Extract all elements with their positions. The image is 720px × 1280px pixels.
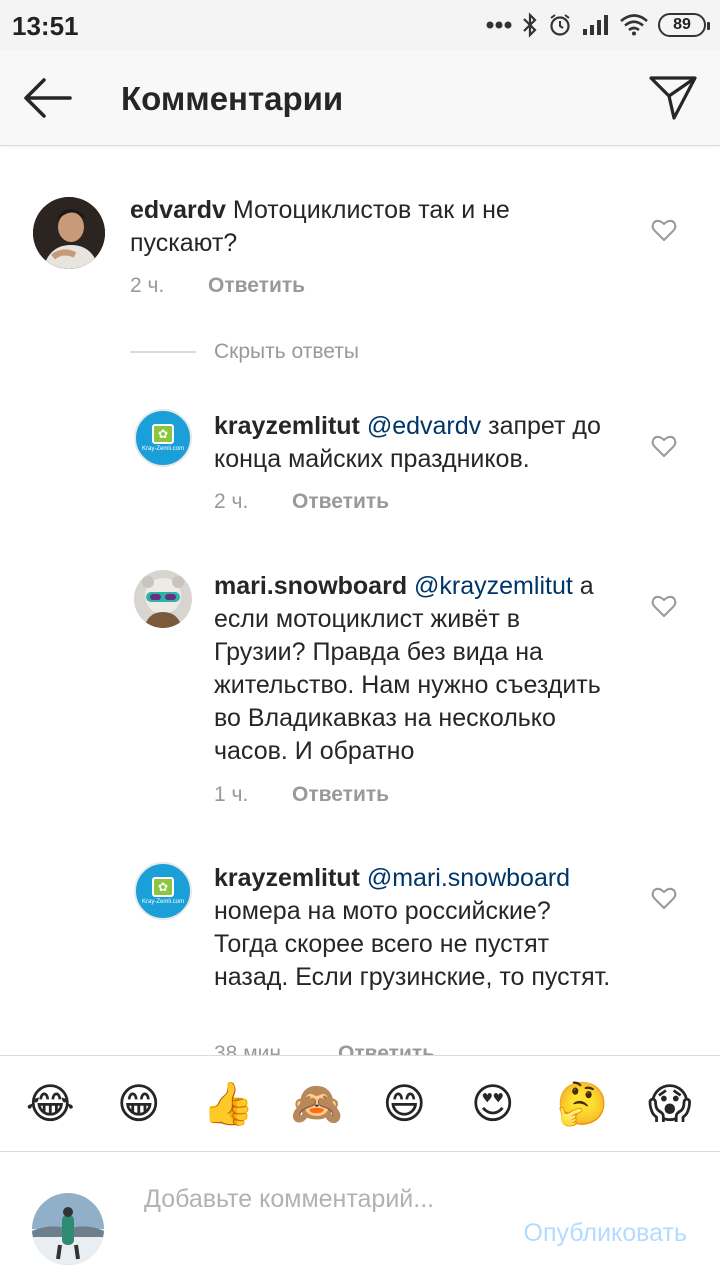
comment-input[interactable] xyxy=(144,1183,484,1253)
bluetooth-icon xyxy=(523,12,537,38)
avatar[interactable]: ✿ Kray-Zemli.com xyxy=(134,409,192,467)
share-button[interactable] xyxy=(648,72,698,122)
emoji-see-no-evil[interactable]: 🙈 xyxy=(291,1079,343,1129)
hide-replies-toggle[interactable]: Скрыть ответы xyxy=(130,340,359,364)
back-button[interactable] xyxy=(20,74,74,122)
like-heart-icon[interactable] xyxy=(651,886,677,910)
emoji-thumbs-up[interactable]: 👍 xyxy=(202,1079,254,1129)
avatar[interactable]: ✿ Kray-Zemli.com xyxy=(134,862,192,920)
reply-button[interactable]: Ответить xyxy=(292,783,389,807)
publish-button[interactable]: Опубликовать xyxy=(524,1219,687,1248)
reply-button[interactable]: Ответить xyxy=(338,1042,435,1055)
comment-meta: 2 ч. Ответить xyxy=(214,490,389,514)
like-heart-icon[interactable] xyxy=(651,594,677,618)
direct-send-icon xyxy=(649,76,697,120)
page-title: Комментарии xyxy=(121,80,344,117)
like-heart-icon[interactable] xyxy=(651,218,677,242)
comment-body: mari.snowboard @krayzemlitut а если мото… xyxy=(214,570,614,768)
emoji-thinking[interactable]: 🤔 xyxy=(556,1079,608,1129)
more-dots-icon xyxy=(486,21,512,29)
comment-username[interactable]: mari.snowboard xyxy=(214,572,407,600)
comment-time: 2 ч. xyxy=(130,274,165,297)
comment-body: krayzemlitut @edvardv запрет до конца ма… xyxy=(214,410,634,476)
avatar-photo xyxy=(134,570,192,628)
avatar[interactable] xyxy=(33,197,105,269)
emoji-grinning[interactable]: 😁 xyxy=(114,1079,164,1129)
signal-icon xyxy=(583,15,608,35)
comment-meta: 1 ч. Ответить xyxy=(214,783,389,807)
reply-button[interactable]: Ответить xyxy=(292,490,389,514)
status-time: 13:51 xyxy=(12,11,79,41)
comment-body: krayzemlitut @mari.snowboard номера на м… xyxy=(214,862,614,994)
logo-text: Kray-Zemli.com xyxy=(141,899,184,905)
comment-body: edvardv Мотоциклистов так и не пускают? xyxy=(130,194,590,260)
paw-logo-icon: ✿ xyxy=(152,877,174,897)
comment-username[interactable]: edvardv xyxy=(130,196,226,224)
wifi-icon xyxy=(620,14,648,36)
reply-button[interactable]: Ответить xyxy=(208,274,305,298)
comment-text: номера на мото российские? Тогда скорее … xyxy=(214,897,611,991)
comment-meta: 2 ч. Ответить xyxy=(130,274,305,298)
comments-list[interactable]: edvardv Мотоциклистов так и не пускают? … xyxy=(0,147,720,1055)
emoji-scream[interactable]: 😱 xyxy=(645,1079,695,1129)
emoji-tears-of-joy[interactable]: 😂 xyxy=(25,1079,75,1129)
user-avatar xyxy=(32,1193,104,1265)
avatar-photo xyxy=(33,197,105,269)
status-icons: 89 xyxy=(486,10,710,40)
emoji-smile[interactable]: 😄 xyxy=(379,1079,429,1129)
emoji-bar: 😂 😁 👍 🙈 😄 😍 🤔 😱 xyxy=(0,1055,720,1152)
alarm-icon xyxy=(550,14,570,36)
avatar-photo xyxy=(32,1193,104,1265)
comment-time: 1 ч. xyxy=(214,783,249,806)
back-arrow-icon xyxy=(24,78,72,118)
comment-text: а если мотоциклист живёт в Грузии? Правд… xyxy=(214,572,601,765)
comment-mention[interactable]: @edvardv xyxy=(367,412,481,440)
like-heart-icon[interactable] xyxy=(651,434,677,458)
comment-username[interactable]: krayzemlitut xyxy=(214,864,360,892)
emoji-heart-eyes[interactable]: 😍 xyxy=(468,1079,518,1129)
avatar[interactable] xyxy=(134,570,192,628)
comment-mention[interactable]: @mari.snowboard xyxy=(367,864,570,892)
battery-level: 89 xyxy=(673,16,691,33)
divider-line xyxy=(130,351,196,353)
comment-time: 38 мин. xyxy=(214,1042,287,1055)
comment-time: 2 ч. xyxy=(214,490,249,513)
status-bar: 13:51 89 xyxy=(0,0,720,50)
comment-composer: Опубликовать xyxy=(0,1153,720,1280)
header: Комментарии xyxy=(0,50,720,146)
hide-replies-label: Скрыть ответы xyxy=(214,340,359,363)
logo-text: Kray-Zemli.com xyxy=(141,446,184,452)
comment-meta: 38 мин. Ответить xyxy=(214,1042,435,1055)
paw-logo-icon: ✿ xyxy=(152,424,174,444)
comment-mention[interactable]: @krayzemlitut xyxy=(414,572,573,600)
comment-username[interactable]: krayzemlitut xyxy=(214,412,360,440)
battery-indicator: 89 xyxy=(658,13,710,37)
